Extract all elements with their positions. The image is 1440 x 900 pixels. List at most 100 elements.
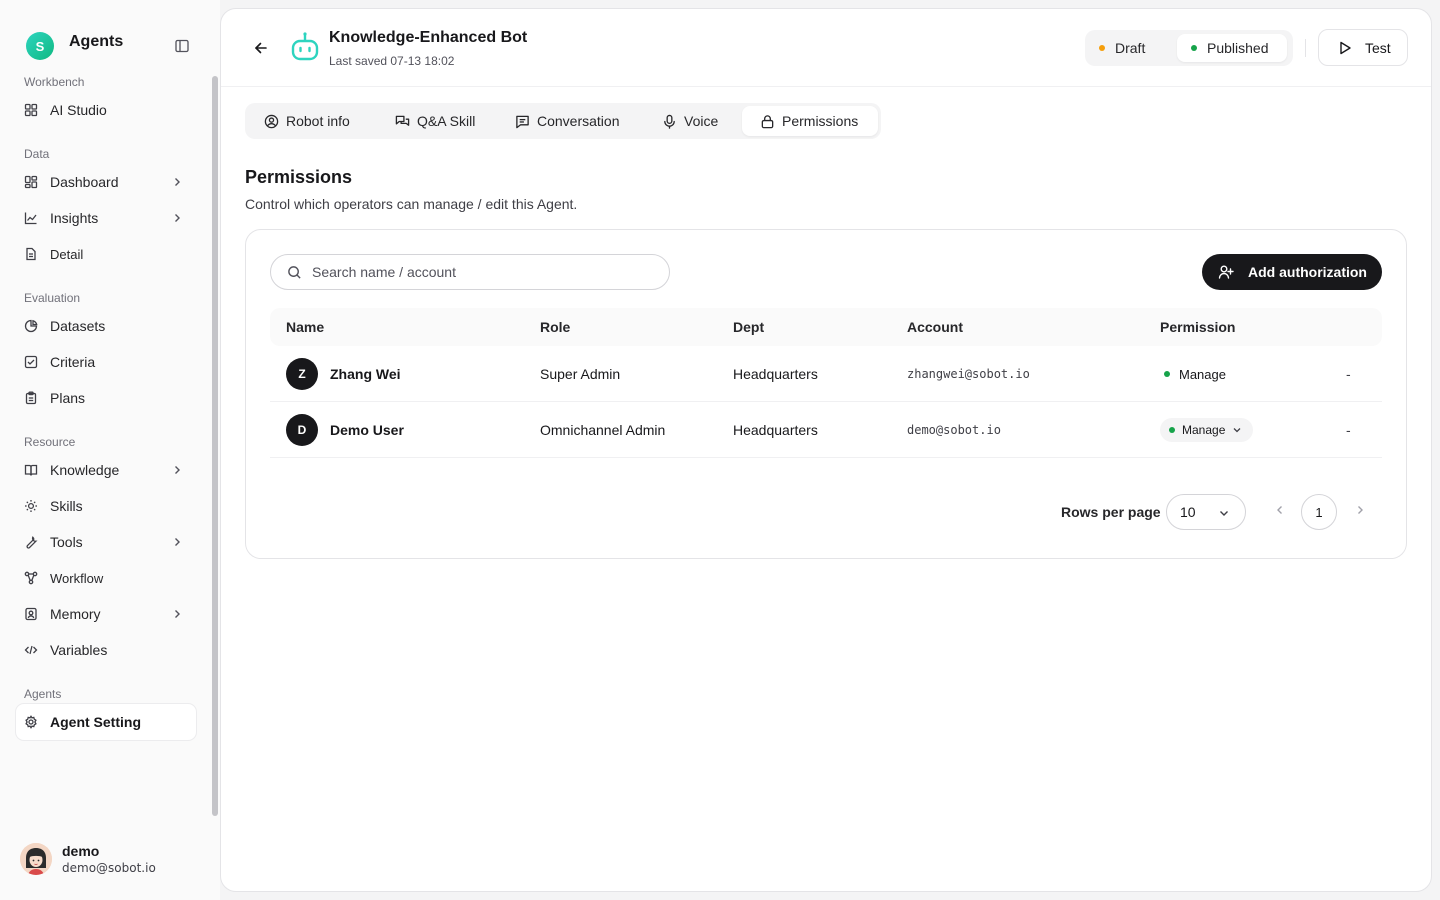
brand[interactable]: S Agents [26,32,123,60]
search-icon [288,265,301,279]
user-plus-icon [1218,265,1234,279]
row-action[interactable]: - [1346,346,1351,402]
add-authorization-button[interactable]: Add authorization [1202,254,1382,290]
chevron-right-icon [170,211,184,225]
dept-cell: Headquarters [733,366,818,382]
chevron-right-icon[interactable] [1353,503,1367,517]
avatar: D [286,414,318,446]
sidebar-item-workflow[interactable]: Workflow [16,560,196,596]
sidebar-item-label: AI Studio [50,102,107,118]
test-button-label: Test [1365,39,1391,56]
sidebar-item-dashboard[interactable]: Dashboard [16,164,196,200]
sidebar-item-agent-setting[interactable]: Agent Setting [16,704,196,740]
tab-label: Voice [684,113,719,129]
status-option-draft[interactable]: Draft [1099,34,1179,62]
nav-section-agents: Agents [24,687,62,701]
sidebar-item-label: Workflow [50,570,104,586]
lock-icon [761,114,774,128]
tab-qa-skill[interactable]: Q&A Skill [395,106,475,136]
main-panel: Knowledge-Enhanced Bot Last saved 07-13 … [220,8,1432,892]
code-icon [24,643,38,657]
sidebar-item-variables[interactable]: Variables [16,632,196,668]
sidebar-item-label: Insights [50,210,99,226]
document-icon [24,247,38,261]
status-toggle: Draft Published [1085,30,1293,66]
sidebar-nav: Workbench AI Studio Data Dashboard Insig… [16,72,196,740]
search-box[interactable] [270,254,670,290]
account-cell: demo@sobot.io [907,423,1001,437]
play-icon [1340,41,1351,54]
tab-permissions[interactable]: Permissions [742,106,878,136]
sidebar-item-skills[interactable]: Skills [16,488,196,524]
divider [1305,39,1306,57]
brand-logo: S [26,32,54,60]
permission-dot [1164,371,1170,377]
sun-icon [24,499,38,513]
tab-label: Permissions [782,113,859,129]
memory-icon [24,607,38,621]
sidebar-toggle-icon[interactable] [174,38,190,54]
chevron-right-icon [170,607,184,621]
gear-icon [24,715,38,729]
checkbox-icon [24,355,38,369]
sidebar-item-label: Tools [50,534,83,550]
avatar: Z [286,358,318,390]
status-option-published[interactable]: Published [1177,34,1287,62]
section-title: Permissions [245,167,353,187]
row-action[interactable]: - [1346,402,1351,458]
sidebar-item-criteria[interactable]: Criteria [16,344,196,380]
section-description: Control which operators can manage / edi… [245,196,578,212]
chevron-left-icon[interactable] [1273,503,1287,517]
sidebar-item-tools[interactable]: Tools [16,524,196,560]
table-row: D Demo User Omnichannel Admin Headquarte… [270,402,1382,458]
role-cell: Super Admin [540,366,621,382]
chevron-down-icon [1220,511,1228,516]
tab-label: Robot info [286,113,350,129]
messages-icon [395,115,410,126]
sidebar-item-label: Variables [50,642,108,658]
chevron-right-icon [170,535,184,549]
sidebar-item-label: Criteria [50,354,96,370]
chevron-right-icon [170,175,184,189]
workflow-icon [24,571,38,585]
sidebar-item-label: Datasets [50,318,106,334]
permissions-card: Add authorization Name Role Dept Account… [245,229,1407,559]
nav-section-evaluation: Evaluation [24,291,81,305]
sidebar-item-datasets[interactable]: Datasets [16,308,196,344]
sidebar-item-label: Skills [50,498,83,514]
draft-dot [1099,45,1105,51]
sidebar-item-memory[interactable]: Memory [16,596,196,632]
dept-cell: Headquarters [733,422,818,438]
robot-icon [290,31,320,63]
tab-robot-info[interactable]: Robot info [264,106,350,136]
rows-per-page-select[interactable]: 10 [1166,494,1246,530]
sidebar-item-detail[interactable]: Detail [16,236,196,272]
test-button[interactable]: Test [1318,29,1408,66]
user-profile[interactable]: demo demo@sobot.io [20,842,156,876]
rows-per-page-label: Rows per page [1061,504,1161,520]
user-name: demo [62,843,100,859]
column-header-dept: Dept [733,319,765,335]
permission-select[interactable]: Manage [1160,418,1254,442]
sidebar-item-ai-studio[interactable]: AI Studio [16,92,196,128]
permissions-table: Name Role Dept Account Permission Z Zhan… [270,308,1382,458]
sidebar-item-knowledge[interactable]: Knowledge [16,452,196,488]
search-input[interactable] [312,264,652,280]
arrow-left-icon[interactable] [253,40,269,56]
user-name-cell: Demo User [330,422,404,438]
tab-voice[interactable]: Voice [662,106,718,136]
permission-cell: Manage [1164,346,1226,402]
sidebar-scrollbar[interactable] [212,76,218,816]
sidebar-item-label: Memory [50,606,101,622]
page-number-button[interactable]: 1 [1301,494,1337,530]
sidebar-item-plans[interactable]: Plans [16,380,196,416]
book-open-icon [24,463,38,477]
column-header-account: Account [907,319,963,335]
nav-section-workbench: Workbench [24,75,85,89]
table-header: Name Role Dept Account Permission [270,308,1382,346]
user-email: demo@sobot.io [62,861,156,875]
sidebar: S Agents Workbench AI Studio Data Dashbo… [0,0,220,900]
sidebar-item-insights[interactable]: Insights [16,200,196,236]
user-name-cell: Zhang Wei [330,366,401,382]
tab-conversation[interactable]: Conversation [515,106,620,136]
